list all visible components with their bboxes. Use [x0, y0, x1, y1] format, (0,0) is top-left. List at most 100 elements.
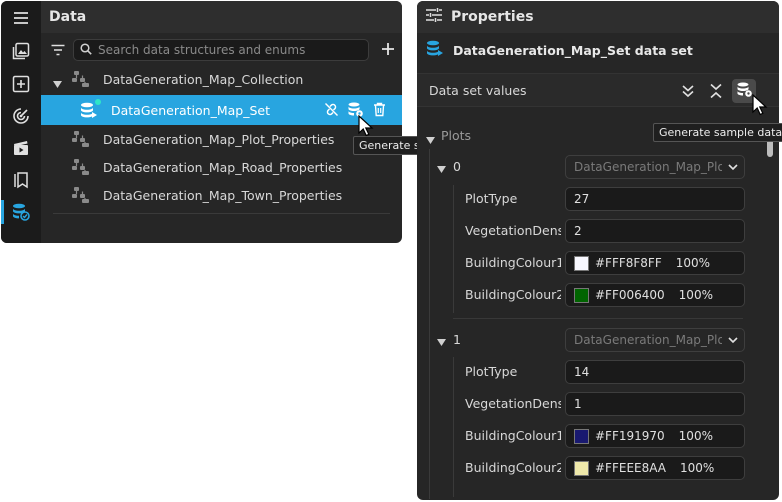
tree-item-label: DataGeneration_Map_Collection: [103, 71, 304, 87]
sliders-icon: [425, 7, 443, 27]
tree-item-label: DataGeneration_Map_Plot_Properties: [103, 131, 335, 147]
item-index: 1: [453, 332, 461, 347]
structure-icon: [71, 158, 91, 179]
field-value: 14: [574, 365, 590, 379]
prop-label: BuildingColour2: [465, 460, 561, 475]
data-panel-title: Data: [49, 9, 87, 25]
prop-label: VegetationDensity: [465, 223, 561, 238]
color-alpha: 100%: [675, 256, 711, 270]
caret-down-icon[interactable]: [426, 132, 435, 147]
type-select-value: DataGeneration_Map_Plot_Properties: [574, 160, 722, 174]
radar-icon[interactable]: [1, 101, 41, 131]
chevron-down-icon: [728, 160, 738, 177]
type-select-value: DataGeneration_Map_Plot_Properties: [574, 333, 722, 347]
dataset-title: DataGeneration_Map_Set data set: [453, 42, 693, 58]
field-value: 2: [574, 224, 582, 238]
tree-item-label: DataGeneration_Map_Road_Properties: [103, 159, 343, 175]
structure-icon: [71, 186, 91, 207]
data-panel: Data DataGeneration_Map_Collection: [1, 1, 402, 243]
filter-icon[interactable]: [47, 39, 69, 61]
mouse-cursor: [752, 93, 768, 116]
divider: [453, 318, 743, 319]
color-swatch[interactable]: [574, 255, 589, 271]
field-value: 1: [574, 397, 582, 411]
collapse-all-icon[interactable]: [704, 79, 728, 103]
number-field[interactable]: 14: [565, 360, 745, 384]
search-icon: [80, 42, 92, 58]
data-panel-header: Data: [41, 1, 402, 33]
prop-label: PlotType: [465, 364, 518, 379]
unlink-icon[interactable]: [322, 100, 340, 118]
scrollbar[interactable]: [765, 109, 775, 497]
type-select[interactable]: DataGeneration_Map_Plot_Properties: [565, 155, 745, 179]
tree-item-plot-properties[interactable]: DataGeneration_Map_Plot_Properties: [41, 125, 402, 153]
color-hex: #FFF8F8FF: [595, 256, 662, 270]
plot-item-0[interactable]: 0 DataGeneration_Map_Plot_Properties: [417, 153, 762, 181]
caret-down-icon[interactable]: [437, 161, 446, 176]
tree-item-label: DataGeneration_Map_Town_Properties: [103, 187, 343, 203]
number-field[interactable]: 27: [565, 187, 745, 211]
generate-sample-data-icon: [736, 81, 753, 101]
prop-row-vegetation-density: VegetationDensity 2: [417, 217, 762, 245]
gallery-icon[interactable]: [1, 36, 41, 66]
caret-down-icon[interactable]: [53, 76, 62, 91]
number-field[interactable]: 2: [565, 219, 745, 243]
color-field[interactable]: #FFEEE8AA 100%: [565, 456, 745, 480]
number-field[interactable]: 1: [565, 392, 745, 416]
color-alpha: 100%: [678, 429, 713, 443]
mouse-cursor: [358, 114, 374, 137]
item-index: 0: [453, 159, 461, 174]
properties-panel: Properties DataGeneration_Map_Set data s…: [417, 1, 779, 500]
structure-icon: [71, 130, 91, 151]
tree-item-map-set[interactable]: DataGeneration_Map_Set: [41, 95, 402, 125]
clapperboard-icon[interactable]: [1, 133, 41, 163]
plus-icon: [381, 42, 395, 59]
color-hex: #FF191970: [595, 429, 665, 443]
color-alpha: 100%: [678, 288, 713, 302]
color-swatch[interactable]: [574, 287, 589, 303]
color-hex: #FF006400: [595, 288, 665, 302]
color-field[interactable]: #FFF8F8FF 100%: [565, 251, 745, 275]
field-value: 27: [574, 192, 590, 206]
color-field[interactable]: #FF006400 100%: [565, 283, 745, 307]
prop-row-building-colour-2: BuildingColour2 #FF006400 100%: [417, 281, 762, 309]
color-swatch[interactable]: [574, 428, 589, 444]
type-select[interactable]: DataGeneration_Map_Plot_Properties: [565, 328, 745, 352]
properties-title: Properties: [451, 9, 534, 25]
add-button[interactable]: [376, 38, 400, 62]
data-sets-icon[interactable]: [1, 197, 41, 227]
left-toolbar-rail: [1, 1, 41, 243]
prop-label: BuildingColour2: [465, 287, 561, 302]
prop-row-building-colour-1: BuildingColour1 #FF191970 100%: [417, 422, 762, 450]
structure-icon: [71, 70, 91, 91]
chevron-down-icon: [728, 333, 738, 350]
generate-sample-data-tooltip: Generate sample data: [653, 123, 782, 142]
tree-item-collection[interactable]: DataGeneration_Map_Collection: [41, 65, 402, 93]
prop-row-vegetation-density: VegetationDensity 1: [417, 390, 762, 418]
caret-down-icon[interactable]: [437, 334, 446, 349]
data-set-values-label: Data set values: [429, 83, 527, 98]
tree-item-town-properties[interactable]: DataGeneration_Map_Town_Properties: [41, 181, 402, 209]
search-input[interactable]: [98, 43, 358, 57]
plots-group-label: Plots: [441, 128, 472, 143]
color-alpha: 100%: [680, 461, 715, 475]
search-box[interactable]: [73, 39, 369, 61]
bookmarks-icon[interactable]: [1, 165, 41, 195]
row-actions: [322, 95, 388, 123]
properties-header: Properties: [417, 1, 779, 33]
prop-row-plottype: PlotType 14: [417, 358, 762, 386]
plot-item-1[interactable]: 1 DataGeneration_Map_Plot_Properties: [417, 326, 762, 354]
tree-item-label: DataGeneration_Map_Set: [111, 102, 270, 118]
expand-all-icon[interactable]: [676, 79, 700, 103]
prop-row-building-colour-1: BuildingColour1 #FFF8F8FF 100%: [417, 249, 762, 277]
menu-icon[interactable]: [1, 3, 41, 33]
tree-item-road-properties[interactable]: DataGeneration_Map_Road_Properties: [41, 153, 402, 181]
dataset-icon: [425, 39, 445, 62]
dataset-title-row: DataGeneration_Map_Set data set: [417, 35, 779, 65]
data-set-values-row: Data set values: [417, 73, 779, 107]
prop-label: BuildingColour1: [465, 428, 561, 443]
color-swatch[interactable]: [574, 460, 589, 476]
prop-label: PlotType: [465, 191, 518, 206]
color-field[interactable]: #FF191970 100%: [565, 424, 745, 448]
add-box-icon[interactable]: [1, 69, 41, 99]
